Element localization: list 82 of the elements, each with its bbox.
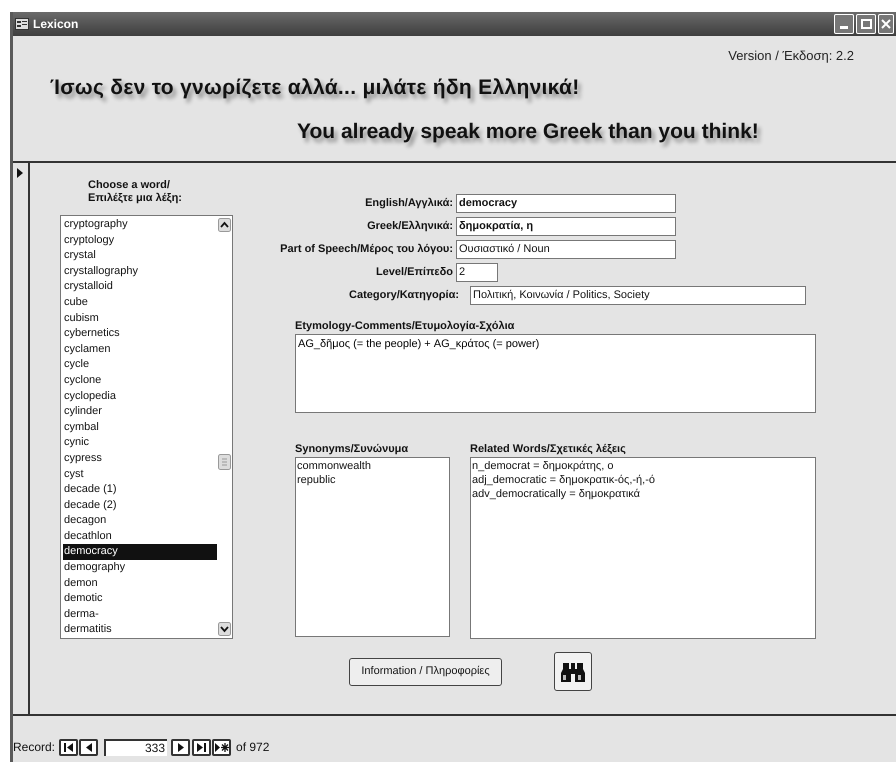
window-title: Lexicon [33, 16, 78, 33]
field-label: Level/Επίπεδο [374, 265, 453, 280]
text-field[interactable]: democracy [456, 194, 676, 213]
next-icon [178, 742, 184, 752]
new-record-icon [214, 742, 229, 752]
version-label: Version / Έκδοση: 2.2 [728, 47, 854, 65]
related-words-list[interactable]: n_democrat = δημοκράτης, ο adj_democratic = δημοκρατικ-ός,-ή,-ό adv_democratically = δημοκρατικά [470, 457, 816, 639]
word-list-item[interactable]: cynic [63, 435, 217, 451]
text-field[interactable]: Πολιτική, Κοινωνία / Politics, Society [470, 286, 806, 305]
etymology-field[interactable]: AG_δῆμος (= the people) + AG_κράτος (= power) [295, 334, 816, 413]
minimize-icon [840, 26, 848, 29]
word-list-item[interactable]: crystallography [63, 264, 217, 280]
text-field[interactable]: 2 [456, 263, 498, 282]
synonyms-list[interactable]: commonwealth republic [295, 457, 450, 637]
word-list-item[interactable]: decathlon [63, 528, 217, 544]
word-list-item[interactable]: cyclopedia [63, 388, 217, 404]
word-list-item[interactable]: cylinder [63, 404, 217, 420]
search-button[interactable] [554, 652, 592, 691]
word-list-heading: Choose a word/ Επιλέξτε μια λέξη: [88, 179, 183, 206]
binoculars-icon [560, 660, 586, 682]
word-list-item[interactable]: cube [63, 294, 217, 311]
word-list-item[interactable]: cybernetics [63, 326, 217, 342]
word-list-item[interactable]: demon [63, 576, 217, 592]
first-icon [64, 742, 74, 752]
word-list-item[interactable]: cyst [63, 466, 217, 482]
previous-icon [86, 742, 92, 752]
english-headline: You already speak more Greek than you think! [297, 119, 759, 145]
maximize-icon [860, 19, 872, 29]
next-record-button[interactable] [171, 738, 190, 756]
scroll-down-icon[interactable] [218, 622, 231, 636]
synonyms-label: Synonyms/Συνώνυμα [295, 442, 410, 457]
word-list-item[interactable]: demotic [63, 591, 217, 607]
word-list-item[interactable]: decade (2) [63, 498, 217, 514]
word-list-item[interactable]: decade (1) [63, 482, 217, 498]
word-list-item[interactable]: cyclamen [63, 342, 217, 358]
word-list[interactable] [60, 215, 233, 639]
field-label: Part of Speech/Μέρος του λόγου: [279, 242, 453, 258]
greek-headline: Ίσως δεν το γνωρίζετε αλλά... μιλάτε ήδη Ελληνικά! [50, 75, 580, 101]
close-icon [881, 19, 891, 29]
information-button[interactable]: Information / Πληροφορίες [349, 658, 502, 686]
record-number-field[interactable]: 333 [104, 738, 168, 756]
field-label: Category/Κατηγορία: [348, 288, 459, 304]
maximize-button[interactable] [856, 14, 876, 34]
synonym-item[interactable]: commonwealth [297, 459, 448, 473]
word-list-item[interactable]: crystal [63, 248, 217, 264]
scrollbar[interactable] [217, 216, 232, 638]
app-icon [15, 18, 29, 30]
related-word-item[interactable]: adj_democratic = δημοκρατικ-ός,-ή,-ό [472, 473, 814, 487]
word-list-item[interactable]: cymbal [63, 420, 217, 436]
first-record-button[interactable] [59, 738, 78, 756]
field-label: Greek/Ελληνικά: [366, 219, 453, 234]
word-list-item[interactable]: dermatitis [63, 622, 217, 638]
field-label: English/Αγγλικά: [364, 196, 453, 212]
last-record-button[interactable] [192, 738, 212, 756]
word-list-item[interactable]: cubism [63, 310, 217, 326]
word-list-item[interactable]: cryptography [63, 217, 217, 233]
previous-record-button[interactable] [79, 738, 98, 756]
new-record-button[interactable] [212, 738, 232, 756]
record-pointer-icon [17, 168, 23, 178]
last-icon [197, 742, 206, 752]
record-count: of 972 [236, 739, 270, 756]
word-list-item[interactable]: cryptology [63, 232, 217, 248]
etymology-label: Etymology-Comments/Ετυμολογία-Σχόλια [295, 319, 516, 334]
word-list-item[interactable]: cyclone [63, 372, 217, 389]
word-list-item[interactable]: demography [63, 560, 217, 576]
minimize-button[interactable] [834, 14, 854, 34]
word-list-item[interactable]: democracy [63, 544, 217, 560]
scroll-thumb[interactable] [218, 454, 231, 470]
synonym-item[interactable]: republic [297, 473, 448, 487]
related-words-label: Related Words/Σχετικές λέξεις [470, 442, 627, 457]
word-list-item[interactable]: cypress [63, 450, 217, 466]
scroll-up-icon[interactable] [218, 218, 231, 232]
record-label: Record: [13, 739, 56, 756]
close-button[interactable] [878, 14, 894, 34]
related-word-item[interactable]: adv_democratically = δημοκρατικά [472, 487, 814, 501]
word-list-item[interactable]: crystalloid [63, 279, 217, 295]
related-word-item[interactable]: n_democrat = δημοκράτης, ο [472, 459, 814, 473]
text-field[interactable]: δημοκρατία, η [456, 217, 676, 236]
word-list-item[interactable]: cycle [63, 357, 217, 373]
word-list-item[interactable]: derma- [63, 606, 217, 622]
text-field[interactable]: Ουσιαστικό / Noun [456, 240, 676, 259]
word-list-item[interactable]: decagon [63, 513, 217, 529]
